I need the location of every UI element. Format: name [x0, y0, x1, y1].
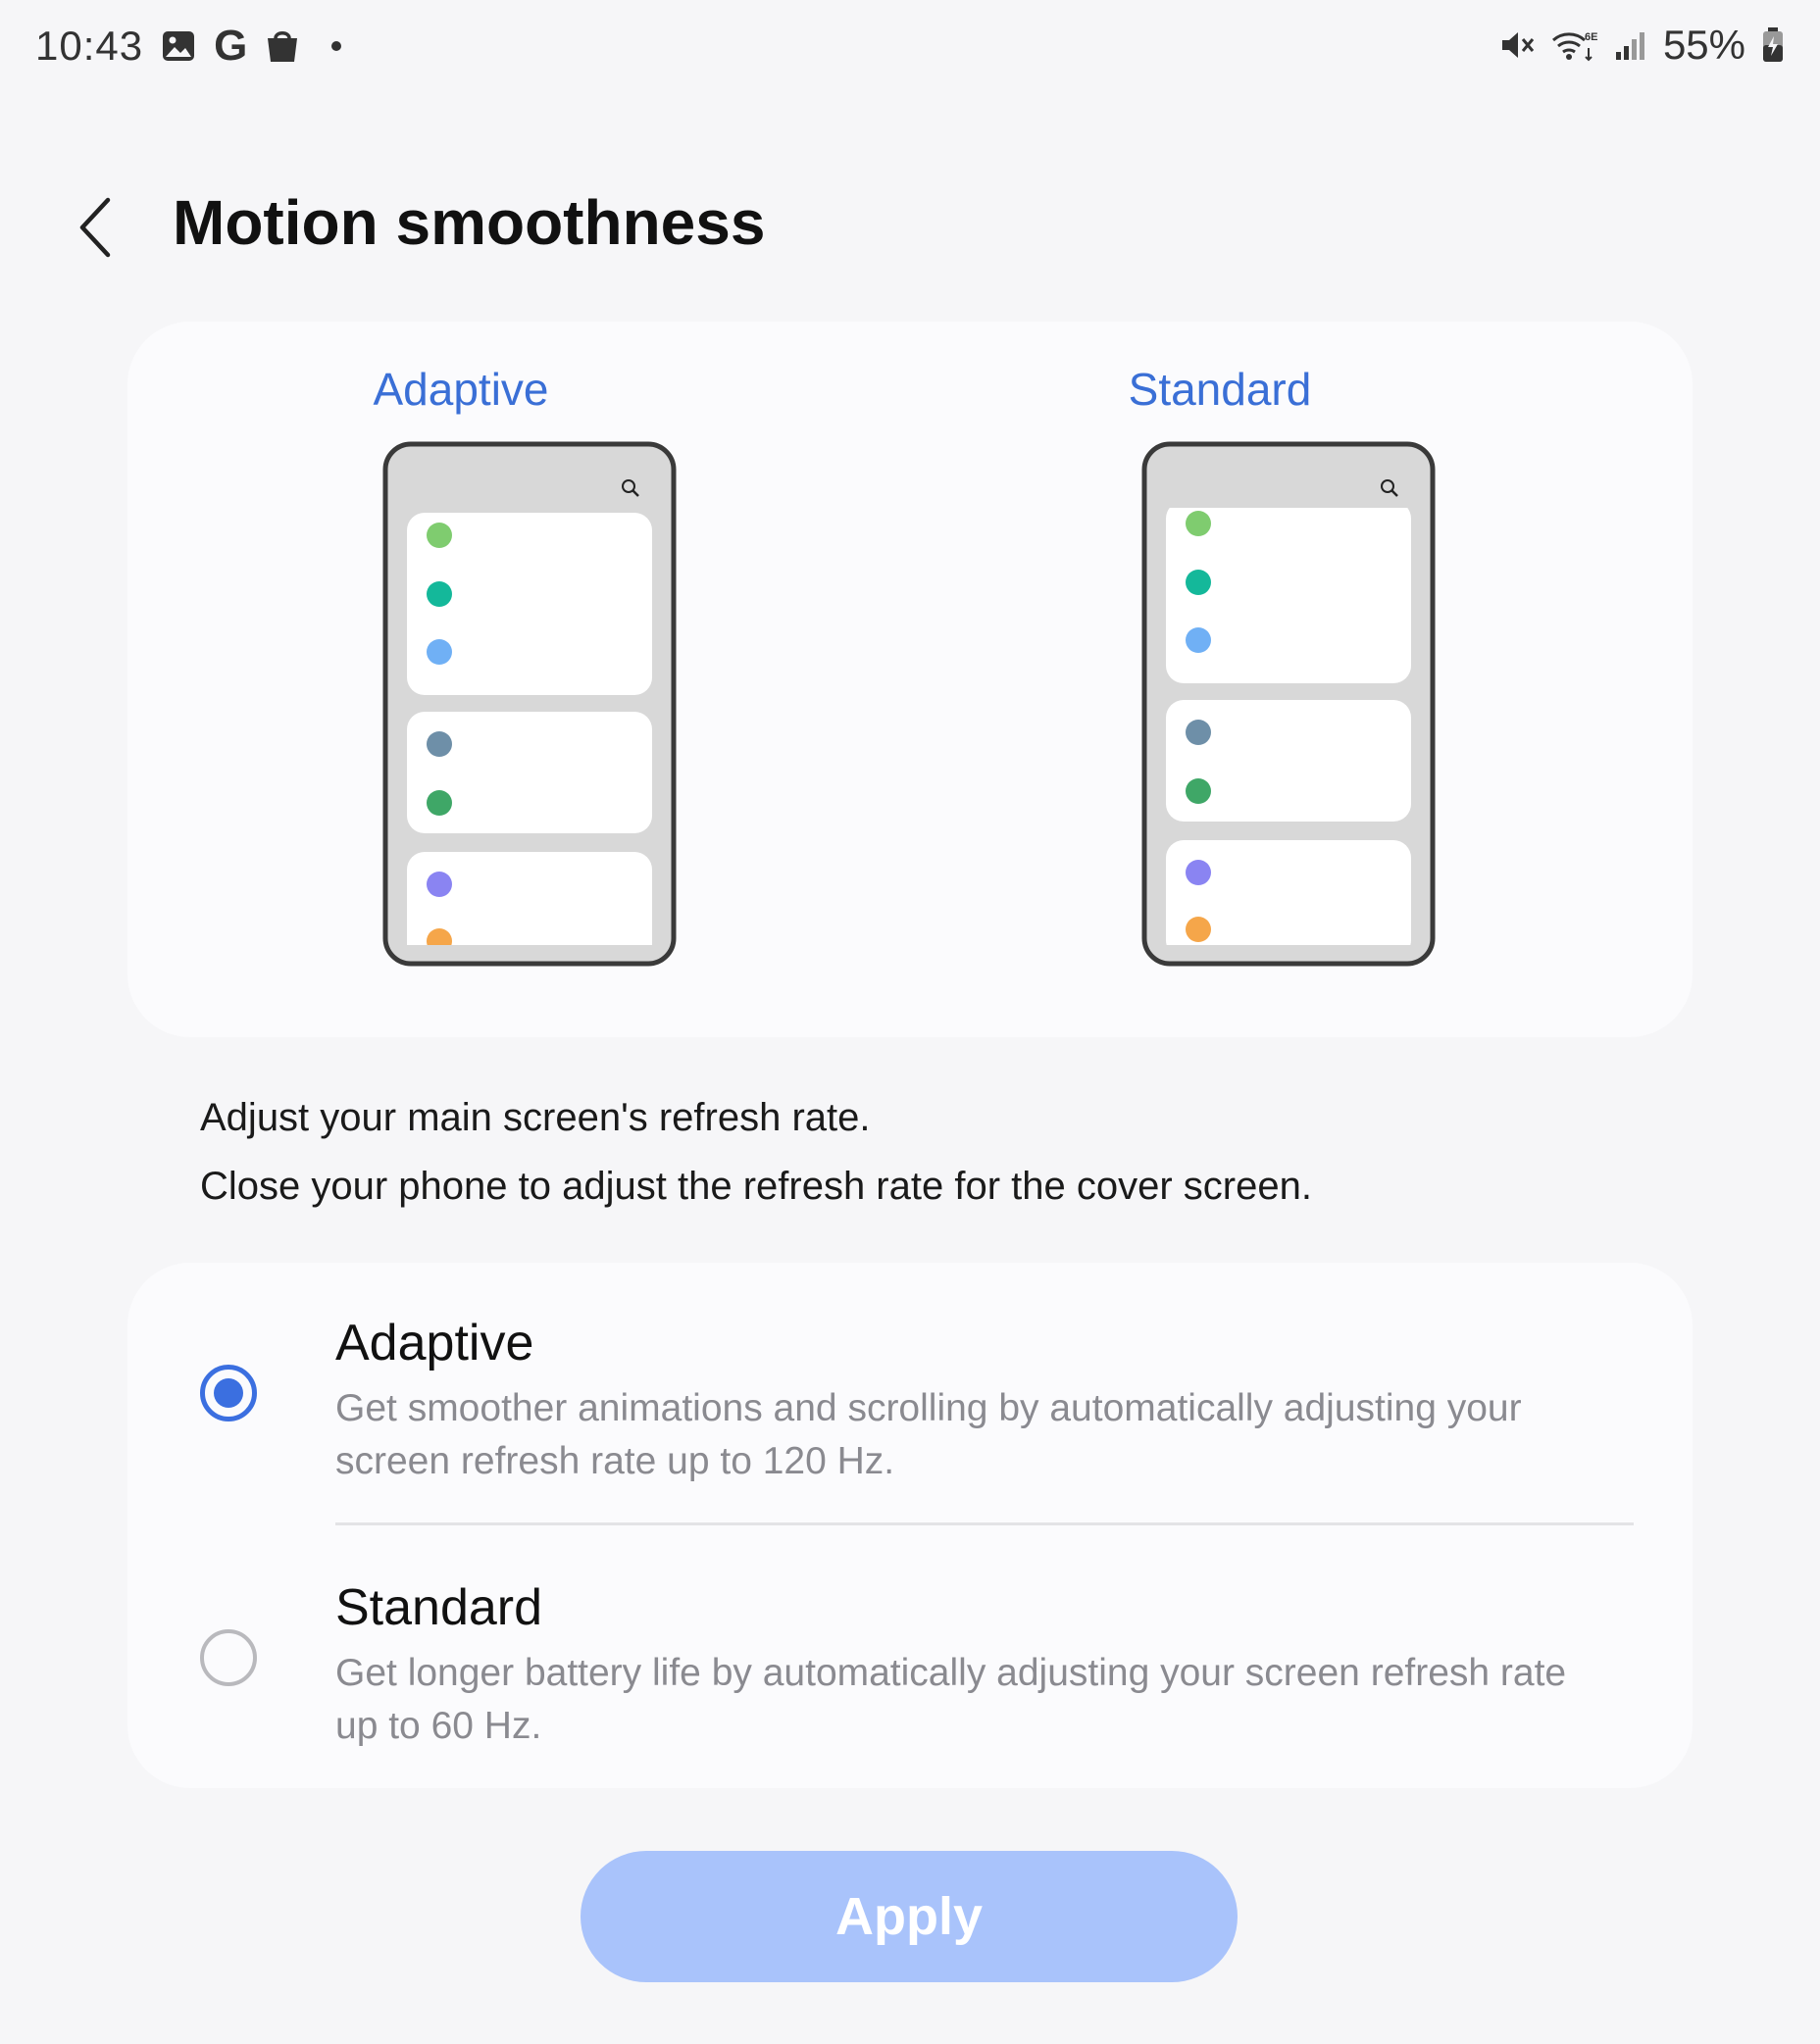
preview-dot	[1186, 720, 1211, 745]
preview-dot	[427, 790, 452, 816]
option-desc-standard: Get longer battery life by automatically…	[335, 1652, 1567, 1747]
signal-icon	[1614, 28, 1647, 62]
description-line-1: Adjust your main screen's refresh rate.	[200, 1096, 871, 1139]
option-adaptive[interactable]: Adaptive Get smoother animations and scr…	[127, 1263, 1693, 1522]
back-button[interactable]	[69, 188, 124, 267]
preview-label-adaptive: Adaptive	[373, 364, 549, 415]
preview-dot	[1186, 917, 1211, 942]
status-left: 10:43 G	[35, 22, 342, 71]
status-right: 6E 55%	[1498, 22, 1785, 69]
notification-dot	[331, 41, 342, 51]
option-desc-adaptive: Get smoother animations and scrolling by…	[335, 1387, 1522, 1482]
adaptive-phone-illustration	[382, 441, 677, 967]
preview-label-standard: Standard	[1128, 364, 1312, 415]
standard-radio[interactable]	[200, 1629, 257, 1686]
apply-button[interactable]: Apply	[581, 1851, 1238, 1982]
preview-dot	[1186, 570, 1211, 595]
preview-dot	[1186, 627, 1211, 653]
option-title-standard: Standard	[335, 1579, 543, 1636]
preview-dot	[427, 872, 452, 897]
preview-dot	[427, 523, 452, 548]
shopping-bag-icon	[265, 27, 300, 65]
gallery-icon	[161, 28, 196, 64]
options-card: Adaptive Get smoother animations and scr…	[127, 1263, 1693, 1788]
preview-dot	[427, 731, 452, 757]
preview-dot	[1186, 778, 1211, 804]
preview-dot	[427, 581, 452, 607]
preview-dot	[427, 639, 452, 665]
status-bar: 10:43 G 6E 55%	[0, 0, 1820, 98]
description-line-2: Close your phone to adjust the refresh r…	[200, 1165, 1312, 1208]
svg-text:6E: 6E	[1585, 31, 1597, 43]
mute-icon	[1498, 26, 1536, 64]
preview-dot	[1186, 860, 1211, 885]
option-title-adaptive: Adaptive	[335, 1315, 534, 1371]
option-standard[interactable]: Standard Get longer battery life by auto…	[127, 1525, 1693, 1788]
wifi-6e-icon: 6E	[1551, 26, 1598, 64]
preview-dot	[1186, 511, 1211, 536]
battery-percent: 55%	[1662, 22, 1745, 68]
chevron-left-icon	[79, 197, 111, 258]
status-time: 10:43	[35, 23, 144, 69]
adaptive-radio[interactable]	[200, 1365, 257, 1421]
preview-card: Adaptive Standard	[127, 322, 1693, 1037]
standard-phone-illustration	[1141, 441, 1436, 967]
battery-charging-icon	[1761, 26, 1785, 64]
google-icon: G	[214, 22, 248, 70]
page-title: Motion smoothness	[173, 187, 766, 258]
